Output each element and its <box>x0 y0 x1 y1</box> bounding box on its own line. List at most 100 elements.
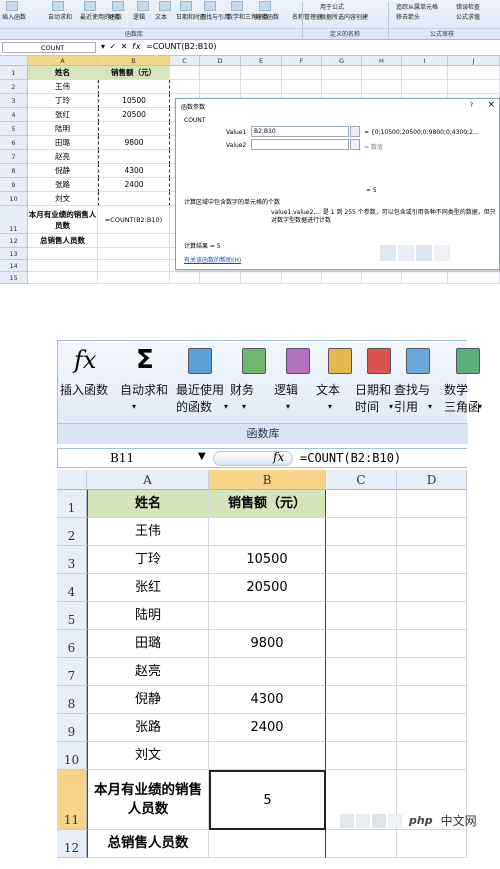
column-header[interactable]: C <box>326 470 397 490</box>
row-header[interactable]: 10 <box>0 192 28 206</box>
remove-arrows-button[interactable]: 移去箭头 <box>396 12 420 21</box>
ribbon-button-label[interactable]: 数学 <box>444 382 468 398</box>
row-header[interactable]: 1 <box>0 66 28 80</box>
dropdown-arrow-icon[interactable]: ▾ <box>224 399 228 415</box>
ribbon-button[interactable]: 财务 <box>108 12 120 21</box>
row-header[interactable]: 1 <box>57 490 87 518</box>
name-box[interactable]: COUNT <box>2 42 96 53</box>
column-header[interactable]: H <box>362 56 402 66</box>
row-header[interactable]: 9 <box>0 178 28 192</box>
cell[interactable] <box>326 518 397 546</box>
error-check-button[interactable]: 错误检查 <box>456 2 480 11</box>
cell-b[interactable] <box>98 122 170 136</box>
cell[interactable] <box>200 272 241 284</box>
column-header[interactable]: E <box>241 56 282 66</box>
value2-field[interactable] <box>251 139 349 150</box>
ribbon-icon[interactable] <box>367 348 391 374</box>
cell-a[interactable]: 赵亮 <box>87 658 209 686</box>
row-header[interactable]: 9 <box>57 714 87 742</box>
cell[interactable] <box>326 546 397 574</box>
cell-a[interactable]: 总销售人员数 <box>87 830 209 858</box>
ribbon-button-label[interactable]: 的函数 <box>176 399 212 415</box>
cell-a[interactable]: 张路 <box>28 178 98 192</box>
cell[interactable] <box>448 272 500 284</box>
cell-b[interactable] <box>209 830 326 858</box>
ribbon-icon[interactable] <box>456 348 480 374</box>
cell-b[interactable]: 2400 <box>209 714 326 742</box>
row-header[interactable]: 12 <box>0 234 28 248</box>
ribbon-icon[interactable] <box>242 348 266 374</box>
cell-b[interactable] <box>98 192 170 206</box>
cell[interactable] <box>326 830 397 858</box>
cell-a[interactable]: 田璐 <box>28 136 98 150</box>
cell-a[interactable]: 张路 <box>87 714 209 742</box>
cell-a[interactable]: 本月有业绩的销售人员数 <box>28 206 98 234</box>
collapse-dialog-icon[interactable] <box>350 126 360 137</box>
cell-a[interactable]: 王伟 <box>28 80 98 94</box>
cell-b[interactable] <box>98 80 170 94</box>
cell[interactable] <box>397 742 467 770</box>
cell[interactable] <box>241 66 282 80</box>
column-header[interactable]: A <box>87 470 209 490</box>
cell[interactable] <box>402 272 448 284</box>
use-in-formula-button[interactable]: 用于公式 <box>320 2 344 11</box>
ribbon-icon[interactable] <box>231 1 243 11</box>
cell[interactable] <box>397 490 467 518</box>
column-header[interactable]: A <box>28 56 98 66</box>
fx-icon[interactable]: fx <box>273 450 284 464</box>
cell[interactable] <box>326 490 397 518</box>
cell[interactable] <box>282 66 322 80</box>
cell-a[interactable]: 张红 <box>28 108 98 122</box>
cell-a[interactable]: 刘文 <box>28 192 98 206</box>
cell-a[interactable]: 赵亮 <box>28 150 98 164</box>
cell-b[interactable]: 9800 <box>209 630 326 658</box>
ribbon-icon[interactable] <box>159 1 171 11</box>
evaluate-formula-button[interactable]: 公式求值 <box>456 12 480 21</box>
cell[interactable] <box>397 518 467 546</box>
cell[interactable] <box>362 66 402 80</box>
cell[interactable] <box>200 80 241 94</box>
ribbon-icon[interactable] <box>188 348 212 374</box>
ribbon-icon[interactable] <box>137 1 149 11</box>
cell-b[interactable] <box>209 658 326 686</box>
ribbon-button-label[interactable]: 时间 <box>355 399 379 415</box>
cell-b[interactable]: =COUNT(B2:B10) <box>98 206 170 234</box>
ribbon-icon[interactable] <box>286 348 310 374</box>
ribbon-button[interactable]: 文本 <box>155 12 167 21</box>
sigma-icon[interactable]: Σ <box>136 345 154 375</box>
row-header[interactable]: 8 <box>0 164 28 178</box>
column-header[interactable]: F <box>282 56 322 66</box>
cell[interactable] <box>362 80 402 94</box>
cell-b[interactable]: 10500 <box>98 94 170 108</box>
dropdown-arrow-icon[interactable]: ▾ <box>242 399 246 415</box>
help-link[interactable]: 有关该函数的帮助(H) <box>184 255 241 264</box>
column-header[interactable]: J <box>448 56 500 66</box>
cell-b[interactable] <box>209 518 326 546</box>
cell[interactable] <box>282 272 322 284</box>
row-header[interactable]: 4 <box>57 574 87 602</box>
cell[interactable] <box>200 66 241 80</box>
ribbon-button[interactable]: 自动求和 <box>48 12 72 21</box>
name-box-dropdown-icon[interactable]: ▼ <box>198 451 206 462</box>
ribbon-button-label[interactable]: 三角函 <box>444 399 480 415</box>
ribbon-button-label[interactable]: 最近使用 <box>176 382 224 398</box>
row-header[interactable]: 2 <box>0 80 28 94</box>
cell-a[interactable]: 田璐 <box>87 630 209 658</box>
cell[interactable] <box>402 80 448 94</box>
cell-a[interactable]: 丁玲 <box>87 546 209 574</box>
cell-a[interactable]: 张红 <box>87 574 209 602</box>
ribbon-button-label[interactable]: 财务 <box>230 382 254 398</box>
column-header[interactable]: C <box>170 56 200 66</box>
close-icon[interactable]: × <box>487 100 495 110</box>
cell-a[interactable]: 姓名 <box>28 66 98 80</box>
help-icon[interactable]: ? <box>470 102 473 109</box>
cell[interactable] <box>397 686 467 714</box>
row-header[interactable]: 13 <box>0 248 28 260</box>
cell-b[interactable]: 5 <box>209 770 326 830</box>
cell-b[interactable]: 9800 <box>98 136 170 150</box>
row-header[interactable]: 12 <box>57 830 87 858</box>
ribbon-icon[interactable] <box>52 1 64 11</box>
cell-b[interactable]: 4300 <box>209 686 326 714</box>
cell-a[interactable]: 丁玲 <box>28 94 98 108</box>
cell[interactable] <box>397 602 467 630</box>
